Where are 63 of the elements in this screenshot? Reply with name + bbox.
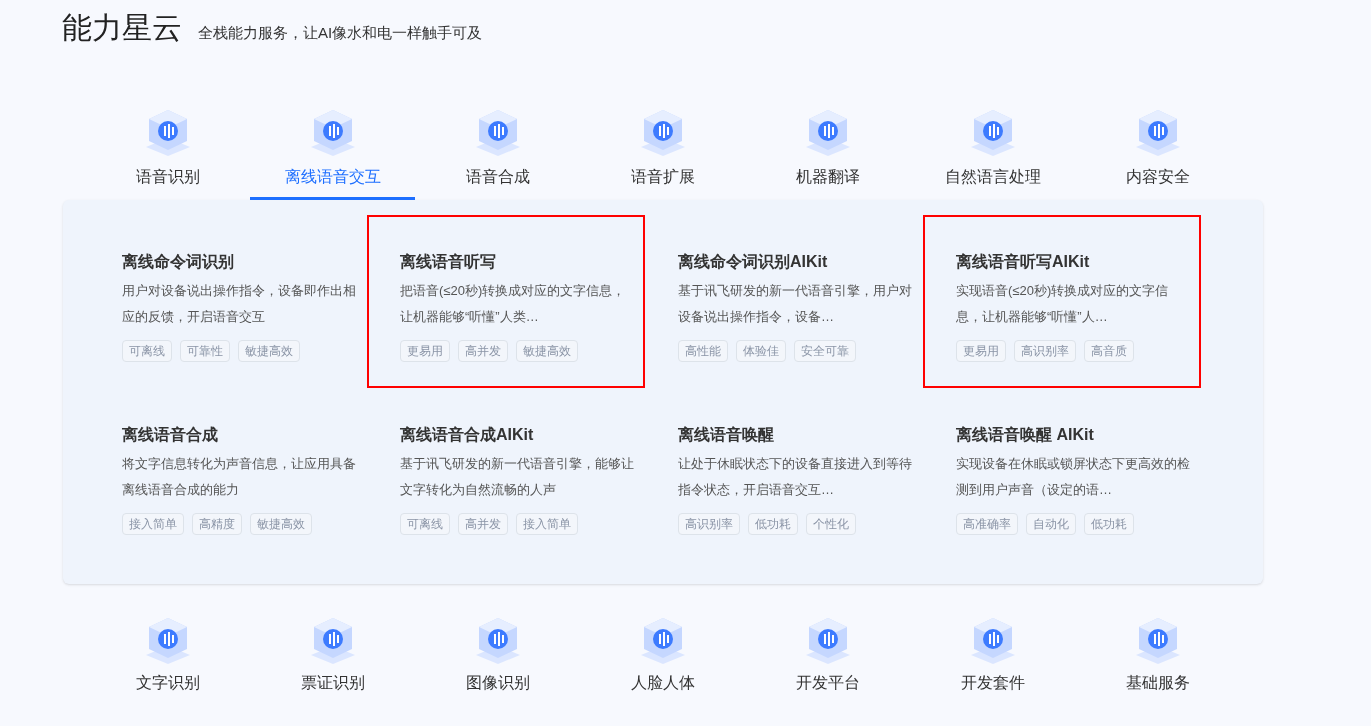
feature-tag: 高并发 <box>458 513 508 535</box>
feature-tag: 敏捷高效 <box>238 340 300 362</box>
feature-tag: 自动化 <box>1026 513 1076 535</box>
card-title: 离线语音唤醒 <box>678 425 775 445</box>
category-tab[interactable]: 图像识别 <box>415 616 580 694</box>
feature-tag: 低功耗 <box>1084 513 1134 535</box>
category-tab[interactable]: 人脸人体 <box>580 616 745 694</box>
card-description: 实现语音(≤20秒)转换成对应的文字信息，让机器能够“听懂”人… <box>956 282 1170 326</box>
card-description: 让处于休眠状态下的设备直接进入到等待指令状态，开启语音交互… <box>678 455 913 499</box>
category-tab[interactable]: 语音识别 <box>85 104 250 200</box>
feature-tag: 低功耗 <box>748 513 798 535</box>
feature-tag: 可离线 <box>400 513 450 535</box>
feature-tag: 安全可靠 <box>794 340 856 362</box>
page-subtitle: 全栈能力服务，让AI像水和电一样触手可及 <box>198 23 483 43</box>
category-tab[interactable]: 语音合成 <box>415 104 580 200</box>
feature-tag: 可离线 <box>122 340 172 362</box>
category-tab[interactable]: 语音扩展 <box>580 104 745 200</box>
category-tab[interactable]: 票证识别 <box>250 616 415 694</box>
feature-tag: 更易用 <box>400 340 450 362</box>
card-title: 离线命令词识别 <box>122 252 235 272</box>
category-tab[interactable]: 基础服务 <box>1075 616 1240 694</box>
product-card[interactable]: 离线命令词识别 用户对设备说出操作指令，设备即作出相应的反馈，开启语音交互 可离线 可靠性 敏捷高效 <box>89 215 367 388</box>
product-card[interactable]: 离线语音听写 把语音(≤20秒)转换成对应的文字信息，让机器能够“听懂”人类… 更易用 高并发 敏捷高效 <box>367 215 645 388</box>
product-card[interactable]: 离线语音唤醒 让处于休眠状态下的设备直接进入到等待指令状态，开启语音交互… 高识别率 低功耗 个性化 <box>645 388 923 561</box>
feature-tag: 可靠性 <box>180 340 230 362</box>
feature-tag: 个性化 <box>806 513 856 535</box>
feature-tag: 更易用 <box>956 340 1006 362</box>
product-card[interactable]: 离线语音合成 将文字信息转化为声音信息，让应用具备离线语音合成的能力 接入简单 高精度 敏捷高效 <box>89 388 367 561</box>
card-title: 离线语音合成AIKit <box>400 425 535 445</box>
page-title: 能力星云 <box>62 10 182 46</box>
product-card[interactable]: 离线语音合成AIKit 基于讯飞研发的新一代语音引擎，能够让文字转化为自然流畅的人声 可离线 高并发 接入简单 <box>367 388 645 561</box>
feature-tag: 高识别率 <box>1014 340 1076 362</box>
feature-tag: 接入简单 <box>516 513 578 535</box>
feature-tag: 高精度 <box>192 513 242 535</box>
category-tab[interactable]: 内容安全 <box>1075 104 1240 200</box>
feature-tag: 高音质 <box>1084 340 1134 362</box>
feature-tag: 高性能 <box>678 340 728 362</box>
card-title: 离线命令词识别AIKit <box>678 252 829 272</box>
category-tab[interactable]: 开发套件 <box>910 616 1075 694</box>
feature-tag: 高并发 <box>458 340 508 362</box>
category-tab[interactable]: 开发平台 <box>745 616 910 694</box>
card-title: 离线语音合成 <box>122 425 219 445</box>
card-description: 实现设备在休眠或锁屏状态下更高效的检测到用户声音（设定的语… <box>956 455 1191 499</box>
category-tab[interactable]: 文字识别 <box>85 616 250 694</box>
category-tab[interactable]: 自然语言处理 <box>910 104 1075 200</box>
feature-tag: 接入简单 <box>122 513 184 535</box>
product-card[interactable]: 离线命令词识别AIKit 基于讯飞研发的新一代语音引擎，用户对设备说出操作指令，设备… 高性能 体验佳 安全可靠 <box>645 215 923 388</box>
card-description: 基于讯飞研发的新一代语音引擎，能够让文字转化为自然流畅的人声 <box>400 455 635 499</box>
card-title: 离线语音听写 <box>400 252 497 272</box>
feature-tag: 高准确率 <box>956 513 1018 535</box>
feature-tag: 体验佳 <box>736 340 786 362</box>
card-title: 离线语音听写AIKit <box>956 252 1091 272</box>
card-description: 基于讯飞研发的新一代语音引擎，用户对设备说出操作指令，设备… <box>678 282 913 326</box>
category-tab[interactable]: 机器翻译 <box>745 104 910 200</box>
feature-tag: 高识别率 <box>678 513 740 535</box>
card-description: 用户对设备说出操作指令，设备即作出相应的反馈，开启语音交互 <box>122 282 357 326</box>
card-description: 把语音(≤20秒)转换成对应的文字信息，让机器能够“听懂”人类… <box>400 282 627 326</box>
card-description: 将文字信息转化为声音信息，让应用具备离线语音合成的能力 <box>122 455 357 499</box>
product-card[interactable]: 离线语音听写AIKit 实现语音(≤20秒)转换成对应的文字信息，让机器能够“听懂”人… 更易用 高识别率 高音质 <box>923 215 1201 388</box>
feature-tag: 敏捷高效 <box>250 513 312 535</box>
feature-tag: 敏捷高效 <box>516 340 578 362</box>
product-card[interactable]: 离线语音唤醒 AIKit 实现设备在休眠或锁屏状态下更高效的检测到用户声音（设定的语… 高准确率 自动化 低功耗 <box>923 388 1201 561</box>
card-title: 离线语音唤醒 AIKit <box>956 425 1095 445</box>
